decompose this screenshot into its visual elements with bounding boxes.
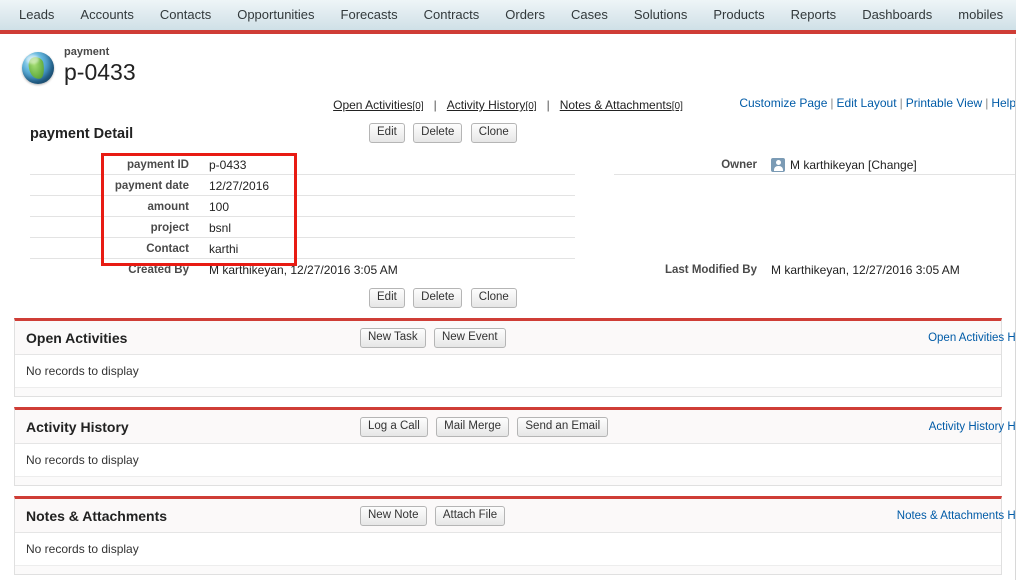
user-icon [771,157,785,172]
anchor-separator: | [433,98,437,112]
related-list-header: Activity History Log a Call Mail Merge S… [15,410,1016,443]
field-label-created-by: Created By [128,263,189,276]
field-value-project: bsnl [209,220,232,235]
notes-attachments-title: Notes & Attachments [26,508,168,524]
activity-history-help-link[interactable]: Activity History Help [929,421,1016,433]
field-value-payment-id: p-0433 [209,157,247,172]
notes-attachments-buttons: New Note Attach File [360,506,510,526]
field-row-last-modified-by: Last Modified By M karthikeyan, 12/27/20… [614,259,1016,280]
field-value-payment-date: 12/27/2016 [209,178,270,193]
tab-orders[interactable]: Orders [492,2,558,29]
edit-button-bottom[interactable]: Edit [369,288,405,308]
payment-detail-section: payment Detail Edit Delete Clone payment… [0,120,1016,318]
tab-products[interactable]: Products [700,2,777,29]
link-separator: | [899,96,903,110]
field-value-created-by: M karthikeyan, 12/27/2016 3:05 AM [209,262,398,277]
log-a-call-button[interactable]: Log a Call [360,417,428,437]
field-row-spacer [614,175,1016,259]
send-an-email-button[interactable]: Send an Email [517,417,609,437]
edit-layout-link[interactable]: Edit Layout [837,96,897,110]
delete-button[interactable]: Delete [413,123,463,143]
field-label-project: project [150,221,189,234]
related-list-header: Notes & Attachments New Note Attach File… [15,499,1016,532]
help-link[interactable]: Help [991,96,1016,110]
detail-button-row-bottom: Edit Delete Clone [14,280,1002,318]
open-activities-buttons: New Task New Event [360,328,511,348]
tab-contracts[interactable]: Contracts [411,2,493,29]
record-object-type: payment [64,46,110,58]
open-activities-empty-message: No records to display [15,354,1001,387]
activity-history-title: Activity History [26,419,129,435]
link-separator: | [985,96,989,110]
anchor-open-activities-count[interactable]: [0] [413,101,424,112]
record-header: payment p-0433 [0,34,1016,92]
tab-solutions[interactable]: Solutions [621,2,700,29]
related-list-open-activities: Open Activities New Task New Event Open … [14,318,1016,397]
tab-mobiles[interactable]: mobiles [945,2,1016,29]
tab-reports[interactable]: Reports [778,2,850,29]
anchor-notes-attachments[interactable]: Notes & Attachments [560,98,672,112]
field-value-amount: 100 [209,199,230,214]
tab-leads[interactable]: Leads [6,2,67,29]
field-label-contact: Contact [146,242,189,255]
notes-attachments-empty-message: No records to display [15,532,1001,565]
field-value-contact: karthi [209,241,239,256]
field-value-last-modified-by: M karthikeyan, 12/27/2016 3:05 AM [771,262,960,277]
anchor-open-activities[interactable]: Open Activities [333,98,412,112]
delete-button-bottom[interactable]: Delete [413,288,463,308]
new-note-button[interactable]: New Note [360,506,427,526]
utility-links: Customize Page | Edit Layout | Printable Vie… [739,96,1016,110]
related-list-activity-history: Activity History Log a Call Mail Merge S… [14,407,1016,486]
field-label-last-modified-by: Last Modified By [664,263,757,276]
detail-fields-right-column: Owner M karthikeyan [Change] Last Modifi… [614,154,1016,280]
field-label-amount: amount [147,200,189,213]
tab-cases[interactable]: Cases [558,2,621,29]
related-list-footer [15,387,1001,396]
edit-button[interactable]: Edit [369,123,405,143]
tab-dashboards[interactable]: Dashboards [849,2,945,29]
new-event-button[interactable]: New Event [433,328,506,348]
related-list-notes-attachments: Notes & Attachments New Note Attach File… [14,496,1016,575]
globe-icon [22,52,54,84]
owner-name-text[interactable]: M karthikeyan [Change] [790,158,917,172]
printable-view-link[interactable]: Printable View [906,96,983,110]
notes-attachments-help-link[interactable]: Notes & Attachments Help [897,510,1016,522]
tab-accounts[interactable]: Accounts [67,2,146,29]
related-list-header: Open Activities New Task New Event Open … [15,321,1016,354]
anchor-activity-history[interactable]: Activity History [447,98,526,112]
related-list-footer [15,476,1001,485]
related-list-footer [15,565,1001,574]
field-label-payment-id: payment ID [127,158,189,171]
global-tab-bar: Leads Accounts Contacts Opportunities Fo… [0,0,1016,34]
field-label-owner: Owner [721,158,757,171]
detail-header: payment Detail Edit Delete Clone [14,120,1002,154]
detail-section-title: payment Detail [30,126,134,142]
detail-button-row-top: Edit Delete Clone [369,123,522,143]
anchor-notes-attachments-count[interactable]: [0] [672,101,683,112]
anchor-separator: | [546,98,550,112]
customize-page-link[interactable]: Customize Page [739,96,827,110]
page-title: p-0433 [64,59,136,85]
open-activities-title: Open Activities [26,330,128,346]
detail-fields: payment ID p-0433 payment date 12/27/201… [14,154,1016,280]
activity-history-buttons: Log a Call Mail Merge Send an Email [360,417,613,437]
field-row-owner: Owner M karthikeyan [Change] [614,154,1016,175]
field-value-owner: M karthikeyan [Change] [771,157,917,172]
clone-button-bottom[interactable]: Clone [470,288,517,308]
tab-contacts[interactable]: Contacts [147,2,224,29]
attach-file-button[interactable]: Attach File [434,506,506,526]
anchor-activity-history-count[interactable]: [0] [525,101,536,112]
clone-button[interactable]: Clone [470,123,517,143]
field-label-payment-date: payment date [114,179,189,192]
tab-forecasts[interactable]: Forecasts [328,2,411,29]
tab-opportunities[interactable]: Opportunities [224,2,327,29]
activity-history-empty-message: No records to display [15,443,1001,476]
link-separator: | [830,96,834,110]
mail-merge-button[interactable]: Mail Merge [436,417,510,437]
new-task-button[interactable]: New Task [360,328,426,348]
open-activities-help-link[interactable]: Open Activities Help [928,332,1016,344]
